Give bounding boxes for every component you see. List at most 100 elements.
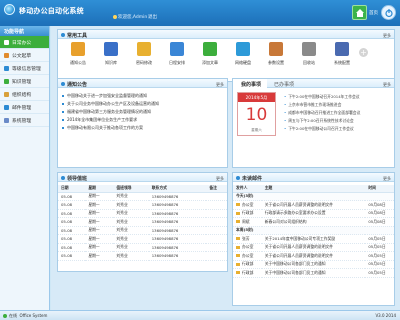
table-row[interactable]: 办公室 关于省公司开展人员薪资调整的说明文件 05月08日	[233, 200, 394, 210]
sidebar-item-0[interactable]: 日常办公	[0, 36, 49, 49]
duty-table: 日期 星期 值班领导 联系方式 备注 05-08 星期一 刘秀业 13609498876 05-…	[58, 185, 227, 261]
table-row[interactable]: 张芳 关于2014年度中国移动公司专项工作奖励 05月05日	[233, 234, 394, 244]
home-label[interactable]: 首页	[369, 10, 378, 16]
table-row[interactable]: 行政部 关于中国移动公司各部门员工的通知 05月05日	[233, 260, 394, 269]
schedule-item[interactable]: 下午2:00在中国移动召开2014年工作会议	[284, 94, 359, 100]
notice-text: 中国移动关于进一步加强安全监督管理的通知	[67, 93, 147, 98]
notice-item[interactable]: 福建省中国移动第三方服务业务管理情况的通知	[62, 109, 225, 115]
duty-cell: 13609498876	[148, 217, 207, 227]
notice-item[interactable]: 2014年全市集团单位业务生产工作要求	[62, 117, 225, 123]
duty-cell	[206, 217, 227, 227]
table-row[interactable]: 05-08 星期一 刘秀业 13609498876	[58, 226, 227, 235]
mail-cell: 关于省公司开展人员薪资调整的说明文件	[261, 251, 366, 261]
duty-cell	[206, 200, 227, 210]
sidebar-item-5[interactable]: 邮件管理	[0, 101, 49, 114]
sidebar-item-2[interactable]: 等级信息管理	[0, 62, 49, 75]
lock-icon	[137, 42, 151, 56]
table-row[interactable]: 05-08 星期一 刘秀业 13609498876	[58, 200, 227, 210]
duty-cell: 13609498876	[148, 251, 207, 261]
tool-1[interactable]: 知识库	[99, 42, 123, 66]
sidebar-item-1[interactable]: 公文起草	[0, 49, 49, 62]
duty-cell: 星期一	[85, 226, 114, 235]
online-status-icon	[3, 313, 7, 318]
mail-cell: 关于中国移动公司各部门员工的通知	[261, 260, 366, 269]
notice-text: 福建省中国移动第三方服务业务管理情况的通知	[67, 109, 151, 114]
sidebar-item-3[interactable]: 知识管理	[0, 75, 49, 88]
tab-my-items[interactable]: 我的事项	[233, 79, 267, 88]
tool-label: 知识库	[105, 60, 117, 65]
sidebar-item-6[interactable]: 系统管理	[0, 114, 49, 127]
mail-cell: 05月05日	[365, 251, 394, 261]
tool-7[interactable]: 回收站	[297, 42, 321, 66]
tab-done-items[interactable]: 已办事项	[270, 79, 300, 88]
mail-column-header: 时间	[365, 185, 394, 193]
tool-8[interactable]: 系统配置	[330, 42, 354, 66]
sidebar-item-4[interactable]: 组织结构	[0, 88, 49, 101]
envelope-icon	[236, 271, 240, 275]
tool-label: 系统配置	[334, 60, 350, 65]
tool-4[interactable]: 添加文章	[198, 42, 222, 66]
add-tool-button[interactable]: +	[359, 48, 368, 57]
notice-item[interactable]: 关于公司业务中国移动办公生产区及设备运营的通知	[62, 101, 225, 107]
duty-column-header: 联系方式	[148, 185, 207, 193]
table-row[interactable]: 行政部 关于中国移动公司各部门员工的通知 05月05日	[233, 268, 394, 278]
schedule-item[interactable]: 成都市中国移动召开推进工作全面部署会议	[284, 110, 360, 116]
sidebar-item-label: 组织结构	[12, 92, 32, 98]
table-row[interactable]: 05-08 星期一 刘秀业 13609498876	[58, 209, 227, 218]
table-row[interactable]: 05-08 星期一 刘秀业 13609498876	[58, 251, 227, 261]
table-row[interactable]: 办公室 关于省公司开展人员薪资调整的说明文件 05月05日	[233, 251, 394, 261]
tools-more-link[interactable]: 更多	[383, 33, 391, 39]
table-row[interactable]: 周斌 新春公司对公司组织结构 05月08日	[233, 217, 394, 227]
mail-cell-text: 05月05日	[368, 244, 386, 250]
trash-icon	[302, 42, 316, 56]
duty-cell: 13609498876	[148, 234, 207, 244]
tools-icon	[269, 42, 283, 56]
duty-more-link[interactable]: 更多	[216, 176, 224, 182]
logout-link[interactable]: 退出	[148, 14, 157, 20]
sidebar-item-label: 知识管理	[12, 79, 32, 85]
mail-cell: 行政部	[233, 260, 262, 269]
schedule-item[interactable]: 下午2:00在中国移动公司召开工作会议	[284, 126, 353, 132]
org-icon	[4, 91, 9, 97]
mail-cell: 05月05日	[365, 234, 394, 244]
user-icon	[113, 14, 117, 19]
mail-cell: 办公室	[233, 243, 262, 252]
mail-cell-text: 05月05日	[368, 269, 386, 275]
tool-0[interactable]: 通知公告	[66, 42, 90, 66]
mail-cell-text: 办公室	[242, 201, 254, 207]
gear-icon	[4, 117, 9, 123]
duty-cell: 星期一	[85, 192, 114, 201]
duty-cell: 05-08	[58, 192, 86, 201]
table-row[interactable]: 05-08 星期一 刘秀业 13609498876	[58, 234, 227, 244]
schedule-item[interactable]: 周五与下午2:00召开系统性技术讨论会	[284, 118, 353, 124]
duty-title: 领导值班	[67, 176, 88, 182]
schedule-more-link[interactable]: 更多	[383, 82, 391, 88]
calendar-widget[interactable]: 2014年5月 10 星期六	[237, 92, 276, 136]
mail-more-link[interactable]: 更多	[383, 176, 391, 182]
table-row[interactable]: 行政部 行政部请示多路办公室要求办公设置 05月08日	[233, 209, 394, 218]
tool-3[interactable]: 日程安排	[165, 42, 189, 66]
mail-cell-text: 关于2014年度中国移动公司专项工作奖励	[264, 235, 336, 241]
schedule-item[interactable]: 上京市市营市推工作现场推进会	[284, 102, 341, 108]
mail-cell-text: 05月05日	[368, 261, 386, 267]
home-button[interactable]	[352, 5, 367, 20]
schedule-panel: 我的事项 已办事项 更多 2014年5月 10 星期六 下午2:00在中国移动召…	[232, 78, 395, 168]
mail-bullet-icon	[236, 176, 240, 180]
notice-item[interactable]: 中国移动有限公司关于推动各项工作的方案	[62, 125, 225, 131]
table-row[interactable]: 05-08 星期一 刘秀业 13609498876	[58, 243, 227, 252]
main-content: 常用工具 更多 通知公告 知识库 密码修改 日程安排 添加文章 网络硬盘 参数设置 回收站 系统配…	[51, 26, 400, 310]
tool-2[interactable]: 密码修改	[132, 42, 156, 66]
exit-button[interactable]	[381, 5, 396, 20]
notices-more-link[interactable]: 更多	[216, 82, 224, 88]
tool-5[interactable]: 网络硬盘	[231, 42, 255, 66]
duty-cell: 13609498876	[148, 200, 207, 210]
table-row[interactable]: 05-08 星期一 刘秀业 13609498876	[58, 217, 227, 227]
duty-cell: 13609498876	[148, 226, 207, 235]
table-row[interactable]: 05-08 星期一 刘秀业 13609498876	[58, 192, 227, 201]
table-row[interactable]: 办公室 关于省公司开展人员薪资调整的说明文件 05月05日	[233, 243, 394, 252]
tool-6[interactable]: 参数设置	[264, 42, 288, 66]
app-logo-icon	[4, 4, 15, 15]
notice-item[interactable]: 中国移动关于进一步加强安全监督管理的通知	[62, 93, 225, 99]
calendar-day: 10	[245, 105, 268, 125]
duty-cell: 05-08	[58, 251, 86, 261]
